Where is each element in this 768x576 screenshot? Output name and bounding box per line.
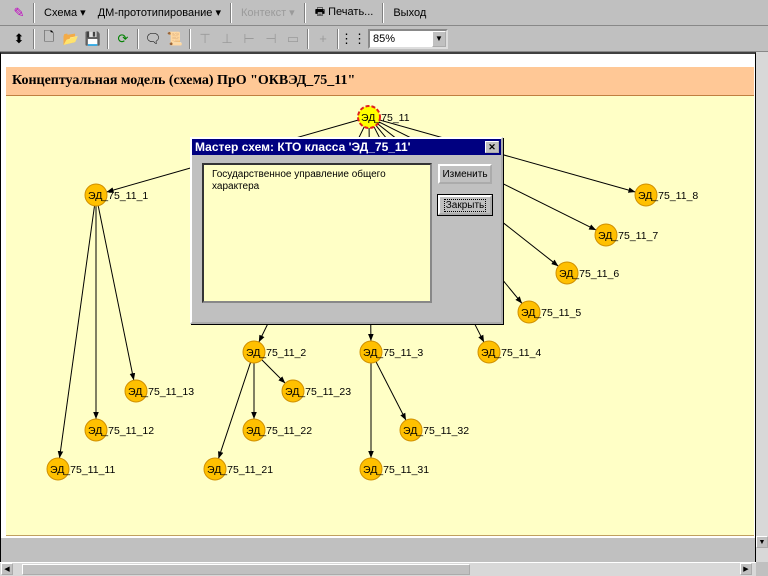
- grid-icon[interactable]: ⋮⋮: [340, 28, 366, 50]
- node-label: ЭД_75_11_8: [638, 190, 698, 202]
- edge-n3-n32: [375, 361, 407, 421]
- node-label: ЭД_75_11_32: [403, 425, 469, 437]
- node-n32[interactable]: ЭД_75_11_32: [399, 418, 469, 442]
- node-label: ЭД_75_11_3: [363, 347, 423, 359]
- horizontal-scrollbar[interactable]: ◀ ▶: [0, 562, 756, 576]
- node-n23[interactable]: ЭД_75_11_23: [281, 379, 351, 403]
- node-n21[interactable]: ЭД_75_11_21: [203, 457, 273, 481]
- menu-schema[interactable]: Схема ▾: [38, 4, 92, 21]
- tree-left-icon[interactable]: ⊣: [260, 28, 282, 50]
- tree-split-icon[interactable]: ⊥: [216, 28, 238, 50]
- node-n11[interactable]: ЭД_75_11_11: [46, 457, 115, 481]
- node-n2[interactable]: ЭД_75_11_2: [242, 340, 306, 364]
- dialog-title: Мастер схем: КТО класса 'ЭД_75_11': [195, 140, 411, 154]
- node-n3[interactable]: ЭД_75_11_3: [359, 340, 423, 364]
- frame-icon[interactable]: ▭: [282, 28, 304, 50]
- scroll-left-button[interactable]: ◀: [1, 563, 13, 575]
- node-label: ЭД_75_11_2: [246, 347, 306, 359]
- node-n12[interactable]: ЭД_75_11_12: [84, 418, 154, 442]
- edge-n1-n11: [57, 205, 95, 459]
- scroll-right-button[interactable]: ▶: [740, 563, 752, 575]
- node-label: ЭД_75_11_7: [598, 230, 658, 242]
- page-title: Концептуальная модель (схема) ПрО "ОКВЭД…: [6, 67, 754, 96]
- scroll-down-button[interactable]: ▼: [756, 536, 768, 548]
- separator: [107, 28, 109, 49]
- separator: [137, 28, 139, 49]
- separator: [307, 28, 309, 49]
- open-folder-icon[interactable]: 📂: [60, 28, 82, 50]
- edit-button[interactable]: Изменить: [438, 164, 492, 184]
- zoom-select[interactable]: 85% ▼: [368, 28, 448, 49]
- node-label: ЭД_75_11_4: [481, 347, 541, 359]
- node-label: ЭД_75_11_6: [559, 268, 619, 280]
- close-button[interactable]: Закрыть: [437, 194, 493, 216]
- schema-master-dialog: Мастер схем: КТО класса 'ЭД_75_11' ✕ Госу…: [190, 137, 503, 324]
- updown-icon[interactable]: ⬍: [8, 28, 30, 50]
- new-file-icon[interactable]: 🗋: [38, 28, 60, 50]
- scroll-icon[interactable]: 📜: [164, 28, 186, 50]
- tree-right-icon[interactable]: ⊢: [238, 28, 260, 50]
- edge-n2-n21: [218, 362, 251, 459]
- save-icon[interactable]: 💾: [82, 28, 104, 50]
- menu-context[interactable]: Контекст ▾: [235, 4, 301, 21]
- window-footer: [1, 538, 755, 564]
- cross-icon[interactable]: +: [312, 28, 334, 50]
- node-n13[interactable]: ЭД_75_11_13: [124, 379, 194, 403]
- node-label: ЭД_75_11_12: [88, 425, 154, 437]
- node-n5[interactable]: ЭД_75_11_5: [517, 300, 581, 324]
- chevron-down-icon[interactable]: ▼: [432, 30, 446, 47]
- node-n8[interactable]: ЭД_75_11_8: [634, 183, 698, 207]
- separator: [189, 28, 191, 49]
- menu-exit[interactable]: Выход: [387, 5, 432, 21]
- printer-icon: 🖶: [314, 6, 326, 18]
- node-n4[interactable]: ЭД_75_11_4: [477, 340, 541, 364]
- tree-down-icon[interactable]: ⊤: [194, 28, 216, 50]
- node-label: ЭД_75_11_13: [128, 386, 194, 398]
- menu-bar: ✎ Схема ▾ ДМ-прототипирование ▾ Контекст…: [0, 0, 768, 26]
- zoom-value: 85%: [373, 32, 396, 45]
- node-n1[interactable]: ЭД_75_11_1: [84, 183, 148, 207]
- separator: [33, 28, 35, 49]
- node-label: ЭД_75_11_1: [88, 190, 148, 202]
- app-logo-icon[interactable]: ✎: [8, 2, 30, 24]
- node-n31[interactable]: ЭД_75_11_31: [359, 457, 429, 481]
- dialog-titlebar[interactable]: Мастер схем: КТО класса 'ЭД_75_11' ✕: [192, 139, 501, 155]
- node-label: ЭД_75_11_5: [521, 307, 581, 319]
- description-text[interactable]: Государственное управление общего характ…: [202, 163, 432, 303]
- node-label: ЭД_75_11_22: [246, 425, 312, 437]
- menu-print[interactable]: 🖶 Печать...: [309, 1, 380, 24]
- node-n7[interactable]: ЭД_75_11_7: [594, 223, 658, 247]
- node-n6[interactable]: ЭД_75_11_6: [555, 261, 619, 285]
- node-label: ЭД_75_11_23: [285, 386, 351, 398]
- separator: [337, 28, 339, 49]
- refresh-icon[interactable]: ⟳: [112, 28, 134, 50]
- edge-n1-n13: [97, 205, 136, 381]
- node-label: ЭД_75_11_21: [207, 464, 273, 476]
- vertical-scrollbar[interactable]: ▼: [756, 52, 768, 562]
- close-icon[interactable]: ✕: [485, 141, 499, 153]
- node-label: ЭД_75_11_31: [363, 464, 429, 476]
- separator: [303, 2, 306, 23]
- node-label: ЭД_75_11: [361, 112, 410, 124]
- node-n22[interactable]: ЭД_75_11_22: [242, 418, 312, 442]
- edge-n2-n23: [261, 359, 286, 384]
- separator: [33, 2, 35, 23]
- separator: [382, 2, 385, 23]
- node-label: ЭД_75_11_11: [50, 464, 115, 476]
- menu-print-label: Печать...: [328, 6, 374, 18]
- close-button-label: Закрыть: [443, 198, 487, 212]
- comment-icon[interactable]: 🗨: [142, 28, 164, 50]
- scroll-thumb[interactable]: [22, 564, 470, 575]
- toolbar: ⬍ 🗋 📂 💾 ⟳ 🗨 📜 ⊤ ⊥ ⊢ ⊣ ▭ + ⋮⋮ 85% ▼: [0, 26, 768, 52]
- separator: [230, 2, 232, 23]
- menu-dm-prototyping[interactable]: ДМ-прототипирование ▾: [92, 4, 227, 21]
